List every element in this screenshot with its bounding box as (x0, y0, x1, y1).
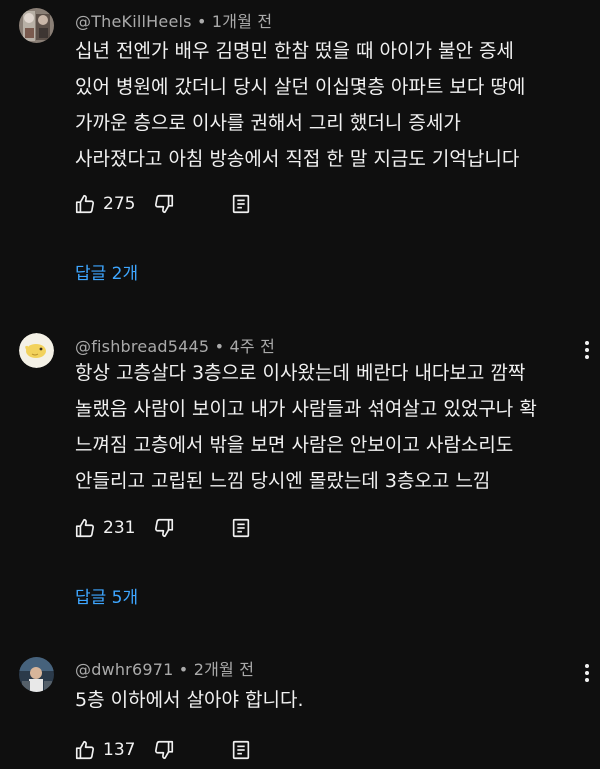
reply-icon[interactable] (230, 517, 252, 539)
comment-text: 십년 전엔가 배우 김명민 한참 떴을 때 아이가 불안 증세 있어 병원에 갔… (75, 33, 590, 177)
comment-text-line: 사라졌다고 아침 방송에서 직접 한 말 지금도 기억납니다 (75, 148, 520, 170)
avatar[interactable] (19, 333, 54, 368)
thumbs-up-icon[interactable] (74, 739, 96, 761)
meta-separator: • (214, 337, 230, 356)
comment-text-line: 가까운 층으로 이사를 권해서 그리 했더니 증세가 (75, 112, 461, 134)
comment-meta: @TheKillHeels • 1개월 전 (75, 8, 272, 32)
comment-meta: @fishbread5445 • 4주 전 (75, 333, 275, 357)
comment-text-line: 십년 전엔가 배우 김명민 한참 떴을 때 아이가 불안 증세 (75, 40, 514, 62)
view-replies-button[interactable]: 답글 2개 (75, 259, 138, 284)
thumbs-up-icon[interactable] (74, 193, 96, 215)
comment-time: 2개월 전 (193, 660, 255, 679)
comment-time: 4주 전 (229, 337, 276, 356)
thumbs-down-icon[interactable] (153, 193, 175, 215)
thumbs-down-icon[interactable] (153, 739, 175, 761)
comment-meta: @dwhr6971 • 2개월 전 (75, 656, 254, 680)
like-count: 137 (103, 740, 136, 760)
reply-icon[interactable] (230, 193, 252, 215)
comment-text-line: 5층 이하에서 살아야 합니다. (75, 689, 304, 711)
comment-actions: 275 (74, 191, 252, 217)
comment-author[interactable]: @dwhr6971 (75, 660, 173, 679)
meta-separator: • (178, 660, 194, 679)
comment-text: 항상 고층살다 3층으로 이사왔는데 베란다 내다보고 깜짝 놀랬음 사람이 보… (75, 355, 590, 499)
comment-item: @TheKillHeels • 1개월 전 십년 전엔가 배우 김명민 한참 떴… (0, 0, 600, 290)
avatar[interactable] (19, 8, 54, 43)
comment-author[interactable]: @fishbread5445 (75, 337, 209, 356)
view-replies-button[interactable]: 답글 5개 (75, 583, 138, 608)
thumbs-down-icon[interactable] (153, 517, 175, 539)
comment-text-line: 안들리고 고립된 느낌 당시엔 몰랐는데 3층오고 느낌 (75, 470, 491, 492)
comment-text-line: 놀랬음 사람이 보이고 내가 사람들과 섞여살고 있었구나 확 (75, 398, 537, 420)
reply-icon[interactable] (230, 739, 252, 761)
like-count: 231 (103, 518, 136, 538)
thumbs-up-icon[interactable] (74, 517, 96, 539)
like-count: 275 (103, 194, 136, 214)
avatar[interactable] (19, 657, 54, 692)
comment-text-line: 항상 고층살다 3층으로 이사왔는데 베란다 내다보고 깜짝 (75, 362, 526, 384)
comment-author[interactable]: @TheKillHeels (75, 12, 192, 31)
comment-item: @dwhr6971 • 2개월 전 5층 이하에서 살아야 합니다. 137 (0, 648, 600, 769)
meta-separator: • (196, 12, 212, 31)
comment-text-line: 느껴짐 고층에서 밖을 보면 사람은 안보이고 사람소리도 (75, 434, 514, 456)
comment-actions: 137 (74, 737, 252, 763)
comment-actions: 231 (74, 515, 252, 541)
comment-text: 5층 이하에서 살아야 합니다. (75, 682, 590, 718)
comment-time: 1개월 전 (211, 12, 273, 31)
comment-text-line: 있어 병원에 갔더니 당시 살던 이십몇층 아파트 보다 땅에 (75, 76, 526, 98)
comment-item: @fishbread5445 • 4주 전 항상 고층살다 3층으로 이사왔는데… (0, 325, 600, 615)
